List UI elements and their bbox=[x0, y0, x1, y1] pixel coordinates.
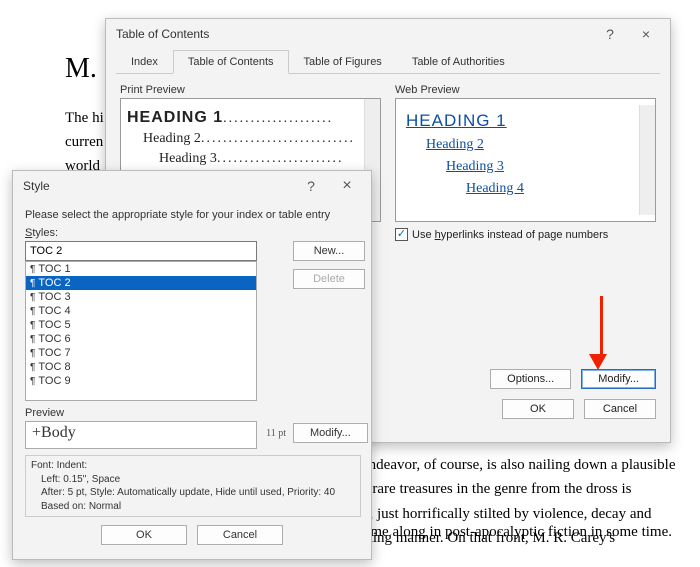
print-preview-row: Heading 3 ....................... 5 bbox=[127, 151, 374, 167]
tab-index[interactable]: Index bbox=[116, 50, 173, 73]
modify-button[interactable]: Modify... bbox=[581, 369, 656, 389]
modify-style-button[interactable]: Modify... bbox=[293, 423, 368, 443]
leader-dots: ....................... bbox=[217, 151, 367, 167]
style-instruction: Please select the appropriate style for … bbox=[25, 209, 359, 221]
paragraph-icon: ¶ bbox=[30, 264, 35, 275]
preview-size: 11 pt bbox=[266, 428, 286, 439]
list-item[interactable]: ¶TOC 2 bbox=[26, 276, 256, 290]
cancel-button[interactable]: Cancel bbox=[584, 399, 656, 419]
dialog-title: Table of Contents bbox=[116, 27, 592, 41]
web-h4: Heading 4 bbox=[466, 181, 645, 197]
dialog-titlebar: Table of Contents ? × bbox=[106, 19, 670, 49]
doc-line: e rare treasures in the genre from the d… bbox=[362, 479, 692, 499]
list-item[interactable]: ¶TOC 9 bbox=[26, 374, 256, 388]
ok-button[interactable]: OK bbox=[101, 525, 187, 545]
list-item[interactable]: ¶TOC 3 bbox=[26, 290, 256, 304]
styles-label: SStyles:tyles: bbox=[25, 227, 359, 239]
leader-dots: ............................ bbox=[201, 131, 367, 147]
dialog-titlebar: Style ? × bbox=[13, 171, 371, 201]
web-preview-label: Web Preview bbox=[395, 84, 656, 96]
dialog-title: Style bbox=[23, 179, 293, 193]
preview-box: +Body 11 pt bbox=[25, 421, 257, 449]
leader-dots: .................... bbox=[223, 111, 364, 127]
web-h1: HEADING 1 bbox=[406, 111, 645, 131]
paragraph-icon: ¶ bbox=[30, 362, 35, 373]
styles-listbox[interactable]: ¶TOC 1 ¶TOC 2 ¶TOC 3 ¶TOC 4 ¶TOC 5 ¶TOC … bbox=[25, 261, 257, 401]
help-button[interactable]: ? bbox=[293, 178, 329, 194]
print-preview-row: HEADING 1 .................... 1 bbox=[127, 109, 374, 127]
print-h1: HEADING 1 bbox=[127, 109, 223, 127]
web-preview-box: HEADING 1 Heading 2 Heading 3 Heading 4 bbox=[395, 98, 656, 222]
list-item[interactable]: ¶TOC 6 bbox=[26, 332, 256, 346]
web-h2: Heading 2 bbox=[426, 137, 645, 153]
hyperlinks-checkbox-row[interactable]: ✓ Use hyperlinks instead of page numbers bbox=[395, 228, 656, 241]
scrollbar[interactable] bbox=[639, 105, 655, 215]
paragraph-icon: ¶ bbox=[30, 334, 35, 345]
list-item[interactable]: ¶TOC 8 bbox=[26, 360, 256, 374]
style-name-input[interactable] bbox=[25, 241, 257, 261]
paragraph-icon: ¶ bbox=[30, 292, 35, 303]
print-preview-label: Print Preview bbox=[120, 84, 381, 96]
close-button[interactable]: × bbox=[628, 26, 664, 42]
paragraph-icon: ¶ bbox=[30, 348, 35, 359]
list-item[interactable]: ¶TOC 5 bbox=[26, 318, 256, 332]
style-dialog: Style ? × Please select the appropriate … bbox=[12, 170, 372, 560]
paragraph-icon: ¶ bbox=[30, 278, 35, 289]
preview-font: +Body bbox=[32, 424, 76, 441]
tab-table-of-contents[interactable]: Table of Contents bbox=[173, 50, 289, 74]
cancel-button[interactable]: Cancel bbox=[197, 525, 283, 545]
preview-label: Preview bbox=[25, 407, 359, 419]
delete-button[interactable]: Delete bbox=[293, 269, 365, 289]
list-item[interactable]: ¶TOC 1 bbox=[26, 262, 256, 276]
doc-line: d, just horrifically stilted by violence… bbox=[362, 504, 692, 524]
print-h2: Heading 2 bbox=[143, 131, 201, 147]
print-preview-row: Heading 2 ............................ 3 bbox=[127, 131, 374, 147]
chk-label: Use hyperlinks instead of page numbers bbox=[412, 229, 608, 241]
paragraph-icon: ¶ bbox=[30, 320, 35, 331]
ok-button[interactable]: OK bbox=[502, 399, 574, 419]
tab-strip: Index Table of Contents Table of Figures… bbox=[116, 49, 660, 74]
web-h3: Heading 3 bbox=[446, 159, 645, 175]
help-button[interactable]: ? bbox=[592, 26, 628, 42]
tab-table-of-authorities[interactable]: Table of Authorities bbox=[397, 50, 520, 73]
list-item[interactable]: ¶TOC 7 bbox=[26, 346, 256, 360]
print-h3: Heading 3 bbox=[159, 151, 217, 167]
new-button[interactable]: New... bbox=[293, 241, 365, 261]
options-button[interactable]: Options... bbox=[490, 369, 571, 389]
style-description: Font: Indent: Left: 0.15", Space After: … bbox=[25, 455, 361, 517]
checkbox-icon[interactable]: ✓ bbox=[395, 228, 408, 241]
paragraph-icon: ¶ bbox=[30, 306, 35, 317]
paragraph-icon: ¶ bbox=[30, 376, 35, 387]
list-item[interactable]: ¶TOC 4 bbox=[26, 304, 256, 318]
close-button[interactable]: × bbox=[329, 177, 365, 195]
doc-line: endeavor, of course, is also nailing dow… bbox=[362, 455, 692, 475]
tab-table-of-figures[interactable]: Table of Figures bbox=[289, 50, 397, 73]
